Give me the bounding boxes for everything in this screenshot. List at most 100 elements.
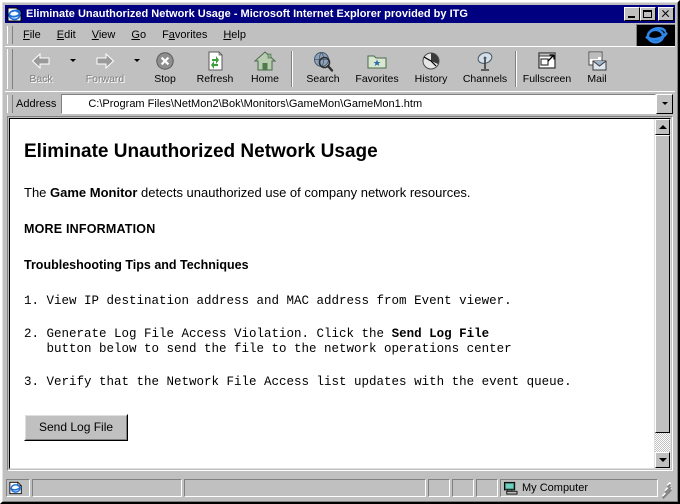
channels-label: Channels	[462, 73, 508, 85]
forward-label: Forward	[85, 73, 125, 85]
fullscreen-label: Fullscreen	[522, 73, 572, 85]
toolbar-separator-1	[291, 51, 293, 87]
steps-list: 1. View IP destination address and MAC a…	[24, 294, 640, 390]
toolbar-drag-grip[interactable]	[7, 49, 13, 89]
channels-dish-icon	[473, 50, 497, 73]
step-3-text: 3. Verify that the Network File Access l…	[24, 375, 572, 389]
window-inner-frame: Eliminate Unauthorized Network Usage - M…	[2, 2, 678, 502]
troubleshooting-heading: Troubleshooting Tips and Techniques	[24, 258, 249, 272]
favorites-folder-icon	[365, 50, 389, 73]
intro-bold-term: Game Monitor	[50, 185, 138, 200]
refresh-icon	[203, 50, 227, 73]
address-label: Address	[16, 97, 57, 110]
scroll-thumb[interactable]	[655, 135, 670, 433]
mail-button[interactable]: Mail	[574, 49, 620, 85]
send-log-file-button[interactable]: Send Log File	[24, 414, 129, 441]
step-2-text: 2. Generate Log File Access Violation. C…	[24, 327, 392, 341]
home-label: Home	[250, 73, 279, 85]
history-clock-icon	[419, 50, 443, 73]
back-button[interactable]: Back	[14, 49, 68, 85]
step-2-bold: Send Log File	[391, 327, 490, 341]
fullscreen-button[interactable]: Fullscreen	[520, 49, 574, 85]
intro-paragraph: The Game Monitor detects unauthorized us…	[24, 185, 640, 200]
menu-item-view[interactable]: View	[84, 27, 124, 43]
scroll-down-button[interactable]	[655, 452, 670, 468]
mail-envelope-icon	[585, 50, 609, 73]
caret-up-icon	[658, 125, 667, 129]
title-bar-buttons	[624, 7, 674, 21]
address-bar: Address C:\Program Files\NetMon2\Bok\Mon…	[5, 91, 675, 115]
menu-drag-grip[interactable]	[7, 26, 13, 44]
menu-item-edit[interactable]: Edit	[49, 27, 84, 43]
toolbar-buttons: Back Forward Stop Refresh Home Search Fa…	[14, 47, 675, 91]
forward-dropdown-button[interactable]	[132, 59, 142, 62]
menu-bar: File Edit View Go Favorites Help	[5, 24, 675, 46]
chevron-down-icon	[661, 102, 668, 105]
mail-label: Mail	[587, 73, 607, 85]
list-item: 3. Verify that the Network File Access l…	[24, 375, 640, 390]
status-bar: My Computer	[5, 477, 675, 499]
status-zone-panel[interactable]: My Computer	[500, 479, 658, 497]
send-log-file-label: Send Log File	[25, 415, 128, 440]
vertical-scrollbar[interactable]	[654, 119, 670, 468]
menu-item-file[interactable]: File	[15, 27, 49, 43]
document-viewport: Eliminate Unauthorized Network Usage The…	[9, 118, 671, 469]
forward-arrow-icon	[93, 50, 117, 73]
html-page: Eliminate Unauthorized Network Usage The…	[10, 119, 654, 468]
refresh-label: Refresh	[196, 73, 234, 85]
step-2-line2: button below to send the file to the net…	[24, 342, 512, 356]
address-value: C:\Program Files\NetMon2\Bok\Monitors\Ga…	[88, 97, 423, 110]
menu-items: File Edit View Go Favorites Help	[15, 24, 636, 46]
search-icon	[311, 50, 335, 73]
channels-button[interactable]: Channels	[458, 49, 512, 85]
address-dropdown-button[interactable]	[656, 93, 673, 114]
forward-button[interactable]: Forward	[78, 49, 132, 85]
favorites-label: Favorites	[355, 73, 399, 85]
more-information-heading: MORE INFORMATION	[24, 222, 156, 236]
back-label: Back	[29, 73, 53, 85]
status-progress-panel	[184, 479, 426, 497]
maximize-button[interactable]	[640, 7, 656, 21]
scroll-up-button[interactable]	[655, 119, 670, 135]
status-panel-b	[452, 479, 474, 497]
resize-grip[interactable]	[661, 481, 675, 499]
history-button[interactable]: History	[404, 49, 458, 85]
back-arrow-icon	[29, 50, 53, 73]
refresh-button[interactable]: Refresh	[188, 49, 242, 85]
home-button[interactable]: Home	[242, 49, 288, 85]
title-bar[interactable]: Eliminate Unauthorized Network Usage - M…	[5, 5, 675, 23]
fullscreen-icon	[535, 50, 559, 73]
window-title: Eliminate Unauthorized Network Usage - M…	[26, 8, 468, 20]
stop-label: Stop	[154, 73, 176, 85]
status-doc-icon-panel	[6, 479, 30, 497]
intro-text-before: The	[24, 185, 51, 200]
menu-item-go[interactable]: Go	[123, 27, 154, 43]
back-dropdown-button[interactable]	[68, 59, 78, 62]
close-button[interactable]	[658, 7, 674, 21]
stop-icon	[153, 50, 177, 73]
search-label: Search	[306, 73, 340, 85]
minimize-button[interactable]	[624, 7, 640, 21]
content-area: Eliminate Unauthorized Network Usage The…	[7, 116, 673, 471]
main-toolbar: Back Forward Stop Refresh Home Search Fa…	[5, 46, 675, 91]
browser-window: Eliminate Unauthorized Network Usage - M…	[0, 0, 680, 504]
status-main-text	[32, 479, 182, 497]
step-1-text: 1. View IP destination address and MAC a…	[24, 294, 512, 308]
page-title: Eliminate Unauthorized Network Usage	[24, 141, 378, 162]
history-label: History	[414, 73, 448, 85]
menu-item-favorites[interactable]: Favorites	[154, 27, 215, 43]
my-computer-icon	[503, 481, 518, 495]
list-item: 2. Generate Log File Access Violation. C…	[24, 327, 640, 357]
address-input[interactable]: C:\Program Files\NetMon2\Bok\Monitors\Ga…	[61, 93, 656, 114]
stop-button[interactable]: Stop	[142, 49, 188, 85]
menu-item-help[interactable]: Help	[215, 27, 254, 43]
status-panel-c	[476, 479, 498, 497]
scroll-track[interactable]	[655, 135, 670, 452]
list-item: 1. View IP destination address and MAC a…	[24, 294, 640, 309]
address-drag-grip[interactable]	[7, 94, 13, 113]
caret-down-icon	[658, 458, 667, 462]
status-zone-label: My Computer	[522, 482, 589, 494]
favorites-button[interactable]: Favorites	[350, 49, 404, 85]
ie-animated-logo[interactable]	[636, 24, 675, 46]
search-button[interactable]: Search	[296, 49, 350, 85]
